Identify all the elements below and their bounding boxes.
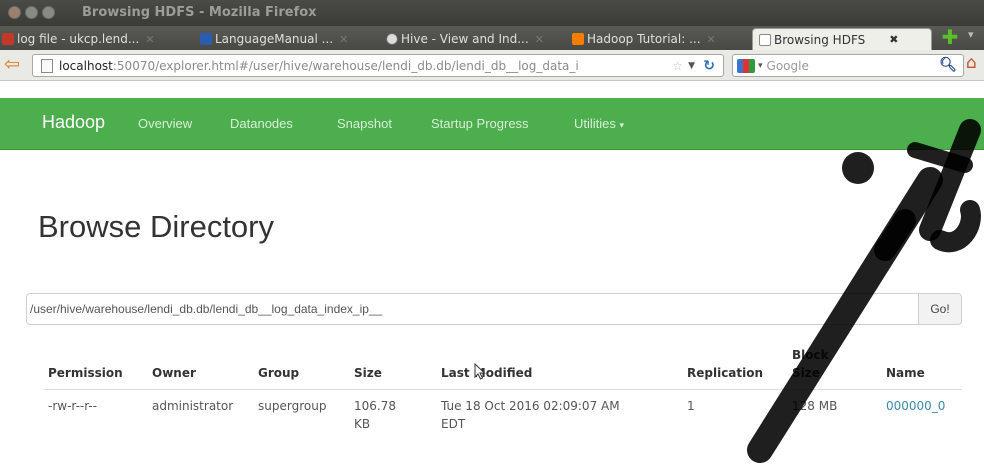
home-icon[interactable]: ⌂ <box>966 53 977 73</box>
history-dropdown-icon[interactable]: ▼ <box>688 61 695 71</box>
window-title: Browsing HDFS - Mozilla Firefox <box>82 5 317 20</box>
cell-size: 106.78 KB <box>350 390 437 434</box>
tab-label: Hive - View and Ind... <box>401 32 529 46</box>
tab-strip: log file - ukcp.lend... ✕ LanguageManual… <box>0 26 984 50</box>
window-close-button[interactable] <box>8 6 21 19</box>
cell-name: 000000_0 <box>882 390 962 434</box>
engine-dropdown-icon[interactable]: ▾ <box>758 61 763 71</box>
caret-down-icon: ▾ <box>619 120 625 130</box>
cell-group: supergroup <box>258 399 327 413</box>
hadoop-brand[interactable]: Hadoop <box>42 112 105 133</box>
nav-link-snapshot[interactable]: Snapshot <box>337 116 392 131</box>
modified-date: Tue 18 Oct 2016 02:09:07 AM <box>441 399 620 413</box>
site-identity-icon[interactable] <box>41 58 53 73</box>
url-bar[interactable]: localhost:50070/explorer.html#/user/hive… <box>32 54 724 77</box>
utilities-label: Utilities <box>574 116 616 131</box>
nav-link-datanodes[interactable]: Datanodes <box>230 116 293 131</box>
tab-close-icon[interactable]: ✕ <box>339 33 348 46</box>
nav-link-startup-progress[interactable]: Startup Progress <box>431 116 529 131</box>
tab-language-manual[interactable]: LanguageManual ... ✕ <box>200 28 380 50</box>
go-button[interactable]: Go! <box>918 293 962 325</box>
confluence-icon <box>200 33 212 45</box>
tab-label: log file - ukcp.lend... <box>17 32 140 46</box>
tab-browsing-hdfs[interactable]: Browsing HDFS ✖ <box>752 28 932 50</box>
tab-label: Browsing HDFS <box>774 32 866 47</box>
navigation-toolbar: ⇦ localhost:50070/explorer.html#/user/hi… <box>0 50 984 81</box>
back-arrow-icon[interactable]: ⇦ <box>4 55 26 75</box>
col-header-block-size[interactable]: Block Size <box>788 346 882 390</box>
tab-close-icon[interactable]: ✕ <box>535 33 544 46</box>
window-titlebar: Browsing HDFS - Mozilla Firefox <box>0 0 984 26</box>
table-header-row: Permission Owner Group Size Last Modifie… <box>44 346 962 390</box>
nav-link-overview[interactable]: Overview <box>138 116 192 131</box>
col-header-owner[interactable]: Owner <box>148 346 254 390</box>
block-size-line-2: Size <box>792 366 820 380</box>
window-minimize-button[interactable] <box>25 6 38 19</box>
hadoop-navbar: Hadoop Overview Datanodes Snapshot Start… <box>0 98 984 150</box>
tab-hadoop-tutorial[interactable]: Hadoop Tutorial: ... ✕ <box>572 28 750 50</box>
cell-permission: -rw-r--r-- <box>48 399 98 413</box>
tab-log-file[interactable]: log file - ukcp.lend... ✕ <box>2 28 194 50</box>
search-bar[interactable]: ▾ Google 🔍︎ <box>732 54 964 77</box>
col-header-permission[interactable]: Permission <box>44 346 148 390</box>
col-header-group[interactable]: Group <box>254 346 350 390</box>
nav-link-utilities[interactable]: Utilities ▾ <box>574 116 624 131</box>
page-title: Browse Directory <box>38 209 274 244</box>
size-value: 106.78 <box>354 399 396 413</box>
globe-icon <box>386 33 398 45</box>
directory-path-input[interactable] <box>26 293 919 325</box>
cell-replication: 1 <box>687 399 695 413</box>
tab-list-dropdown-icon[interactable]: ▾ <box>968 28 974 41</box>
tab-label: Hadoop Tutorial: ... <box>587 32 701 46</box>
tab-close-icon[interactable]: ✕ <box>707 33 716 46</box>
mouse-cursor-icon <box>474 363 486 380</box>
google-engine-icon[interactable] <box>737 58 755 73</box>
cell-block-size: 128 MB <box>792 399 838 413</box>
window-controls <box>8 6 55 19</box>
mail-icon <box>2 33 14 45</box>
cell-last-modified: Tue 18 Oct 2016 02:09:07 AM EDT <box>437 390 683 434</box>
size-unit: KB <box>354 417 371 431</box>
table-row: -rw-r--r-- administrator supergroup 106.… <box>44 390 962 434</box>
col-header-name[interactable]: Name <box>882 346 962 390</box>
tab-close-icon[interactable]: ✖ <box>889 33 898 46</box>
search-placeholder: Google <box>766 58 809 73</box>
bookmark-star-icon[interactable]: ☆ <box>672 59 683 73</box>
block-size-line-1: Block <box>792 348 829 362</box>
tab-hive-view[interactable]: Hive - View and Ind... ✕ <box>386 28 566 50</box>
tab-label: LanguageManual ... <box>215 32 334 46</box>
col-header-replication[interactable]: Replication <box>683 346 788 390</box>
cell-owner: administrator <box>152 399 234 413</box>
file-name-link[interactable]: 000000_0 <box>886 399 945 413</box>
search-icon[interactable]: 🔍︎ <box>939 57 957 73</box>
directory-listing-table: Permission Owner Group Size Last Modifie… <box>44 346 962 433</box>
url-path: :50070/explorer.html#/user/hive/warehous… <box>112 58 579 73</box>
window-maximize-button[interactable] <box>42 6 55 19</box>
tab-close-icon[interactable]: ✕ <box>145 33 154 46</box>
page-icon <box>759 33 771 46</box>
col-header-size[interactable]: Size <box>350 346 437 390</box>
reload-icon[interactable]: ↻ <box>703 58 715 74</box>
new-tab-icon[interactable]: ✚ <box>941 27 959 47</box>
url-host: localhost <box>59 58 113 73</box>
blogger-icon <box>572 33 584 45</box>
modified-timezone: EDT <box>441 417 466 431</box>
